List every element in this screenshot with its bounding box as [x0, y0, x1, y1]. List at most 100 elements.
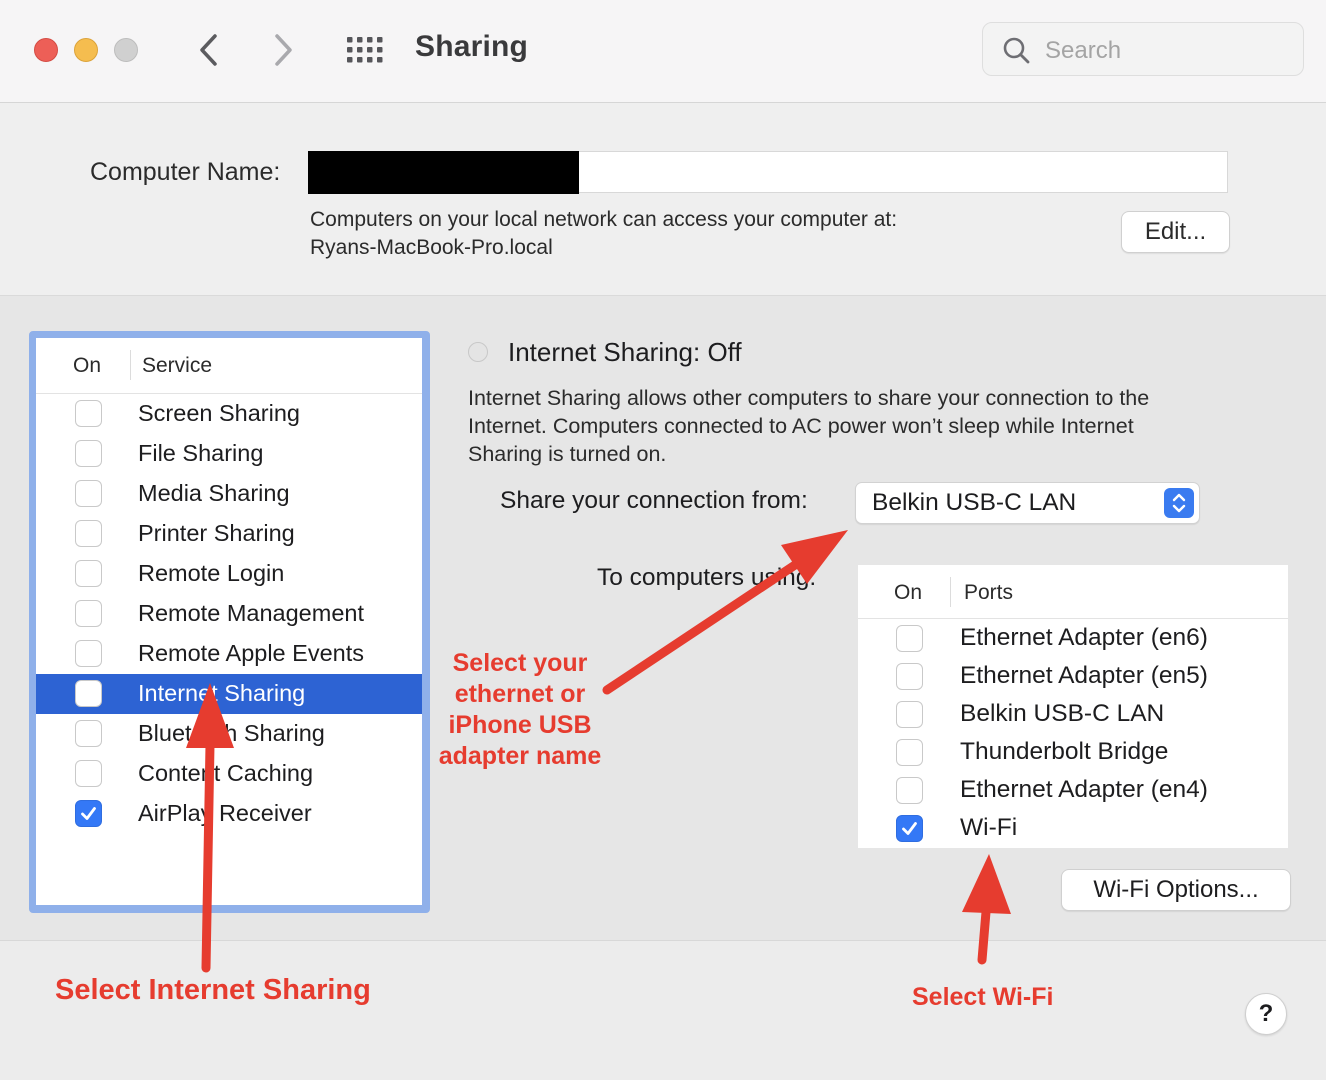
service-row[interactable]: Internet Sharing: [36, 674, 422, 714]
share-from-label: Share your connection from:: [500, 487, 808, 514]
service-label: Content Caching: [138, 760, 314, 786]
annotation-select-adapter: Select your ethernet or iPhone USB adapt…: [430, 648, 610, 772]
chevron-left-icon: [200, 34, 217, 66]
service-checkbox[interactable]: [75, 560, 102, 587]
service-label: File Sharing: [138, 440, 264, 466]
annotation-line: iPhone USB: [448, 711, 592, 739]
service-label: AirPlay Receiver: [138, 800, 312, 826]
computer-name-label: Computer Name:: [90, 158, 281, 186]
service-row[interactable]: Content Caching: [36, 754, 422, 794]
port-checkbox[interactable]: [896, 701, 923, 728]
port-row[interactable]: Belkin USB-C LAN: [858, 696, 1288, 734]
service-row[interactable]: Bluetooth Sharing: [36, 714, 422, 754]
port-checkbox[interactable]: [896, 625, 923, 652]
service-label: Bluetooth Sharing: [138, 720, 325, 746]
service-row[interactable]: Printer Sharing: [36, 514, 422, 554]
share-from-value: Belkin USB-C LAN: [872, 489, 1077, 516]
show-all-button[interactable]: [346, 36, 384, 64]
search-placeholder: Search: [1045, 37, 1122, 64]
internet-sharing-status: Internet Sharing: Off: [508, 337, 742, 367]
service-label: Internet Sharing: [138, 680, 306, 706]
service-row[interactable]: AirPlay Receiver: [36, 794, 422, 834]
service-checkbox[interactable]: [75, 640, 102, 667]
forward-button[interactable]: [266, 30, 302, 70]
service-checkbox[interactable]: [75, 480, 102, 507]
service-label: Screen Sharing: [138, 400, 300, 426]
ports-list[interactable]: On Ports Ethernet Adapter (en6) Ethernet …: [858, 565, 1288, 848]
description-line-2: Internet. Computers connected to AC powe…: [468, 414, 1134, 438]
column-header-service[interactable]: Service: [142, 354, 212, 378]
wifi-options-button[interactable]: Wi-Fi Options...: [1061, 869, 1291, 911]
zoom-window-button[interactable]: [114, 38, 138, 62]
port-checkbox[interactable]: [896, 739, 923, 766]
port-row[interactable]: Ethernet Adapter (en6): [858, 620, 1288, 658]
column-header-on[interactable]: On: [73, 354, 101, 378]
edit-button[interactable]: Edit...: [1121, 211, 1230, 253]
port-checkbox[interactable]: [896, 815, 923, 842]
window-titlebar: Sharing Search: [0, 0, 1326, 103]
service-row[interactable]: Screen Sharing: [36, 394, 422, 434]
service-list-header: On Service: [36, 338, 422, 394]
chevron-right-icon: [275, 34, 292, 66]
column-header-ports[interactable]: Ports: [964, 581, 1013, 605]
help-button[interactable]: ?: [1245, 993, 1287, 1035]
port-label: Thunderbolt Bridge: [960, 738, 1169, 765]
annotation-line: Select your: [452, 649, 588, 677]
grid-icon: [347, 37, 383, 63]
port-label: Belkin USB-C LAN: [960, 700, 1165, 727]
service-checkbox[interactable]: [75, 600, 102, 627]
close-window-button[interactable]: [34, 38, 58, 62]
service-label: Remote Management: [138, 600, 364, 626]
service-row[interactable]: Media Sharing: [36, 474, 422, 514]
service-checkbox[interactable]: [75, 440, 102, 467]
computer-name-section: [0, 103, 1326, 296]
service-row[interactable]: Remote Login: [36, 554, 422, 594]
service-label: Printer Sharing: [138, 520, 295, 546]
redacted-computer-name: [308, 151, 579, 194]
port-checkbox[interactable]: [896, 777, 923, 804]
window-title: Sharing: [415, 30, 529, 63]
minimize-window-button[interactable]: [74, 38, 98, 62]
service-label: Remote Login: [138, 560, 285, 586]
port-checkbox[interactable]: [896, 663, 923, 690]
share-from-popup[interactable]: Belkin USB-C LAN: [855, 482, 1200, 524]
port-row[interactable]: Thunderbolt Bridge: [858, 734, 1288, 772]
column-divider: [950, 577, 951, 607]
service-checkbox[interactable]: [75, 760, 102, 787]
port-row[interactable]: Ethernet Adapter (en4): [858, 772, 1288, 810]
port-row[interactable]: Ethernet Adapter (en5): [858, 658, 1288, 696]
port-label: Wi-Fi: [960, 814, 1018, 841]
description-line-1: Internet Sharing allows other computers …: [468, 386, 1150, 410]
service-checkbox[interactable]: [75, 720, 102, 747]
service-row[interactable]: File Sharing: [36, 434, 422, 474]
bottom-bar: [0, 941, 1326, 1080]
column-divider: [130, 350, 131, 380]
service-checkbox[interactable]: [75, 800, 102, 827]
column-header-on[interactable]: On: [894, 581, 922, 605]
access-info-line-2: Ryans-MacBook-Pro.local: [310, 236, 553, 259]
status-indicator-icon: [468, 342, 488, 362]
port-label: Ethernet Adapter (en6): [960, 624, 1208, 651]
search-field[interactable]: Search: [982, 22, 1304, 76]
back-button[interactable]: [192, 30, 228, 70]
description-line-3: Sharing is turned on.: [468, 442, 667, 466]
access-info-line-1: Computers on your local network can acce…: [310, 208, 898, 231]
service-list[interactable]: On Service Screen Sharing File Sharing Med…: [36, 338, 422, 905]
search-icon: [1003, 37, 1030, 64]
port-label: Ethernet Adapter (en5): [960, 662, 1208, 689]
port-row[interactable]: Wi-Fi: [858, 810, 1288, 848]
annotation-select-wifi: Select Wi-Fi: [912, 983, 1054, 1011]
service-label: Media Sharing: [138, 480, 290, 506]
service-checkbox[interactable]: [75, 680, 102, 707]
service-row[interactable]: Remote Management: [36, 594, 422, 634]
service-checkbox[interactable]: [75, 520, 102, 547]
annotation-select-internet-sharing: Select Internet Sharing: [55, 974, 371, 1006]
ports-list-header: On Ports: [858, 565, 1288, 619]
annotation-line: ethernet or: [454, 680, 586, 708]
annotation-line: adapter name: [438, 742, 602, 770]
popup-arrows-icon: [1164, 488, 1194, 518]
service-row[interactable]: Remote Apple Events: [36, 634, 422, 674]
port-label: Ethernet Adapter (en4): [960, 776, 1208, 803]
service-checkbox[interactable]: [75, 400, 102, 427]
to-computers-label: To computers using:: [597, 564, 817, 591]
